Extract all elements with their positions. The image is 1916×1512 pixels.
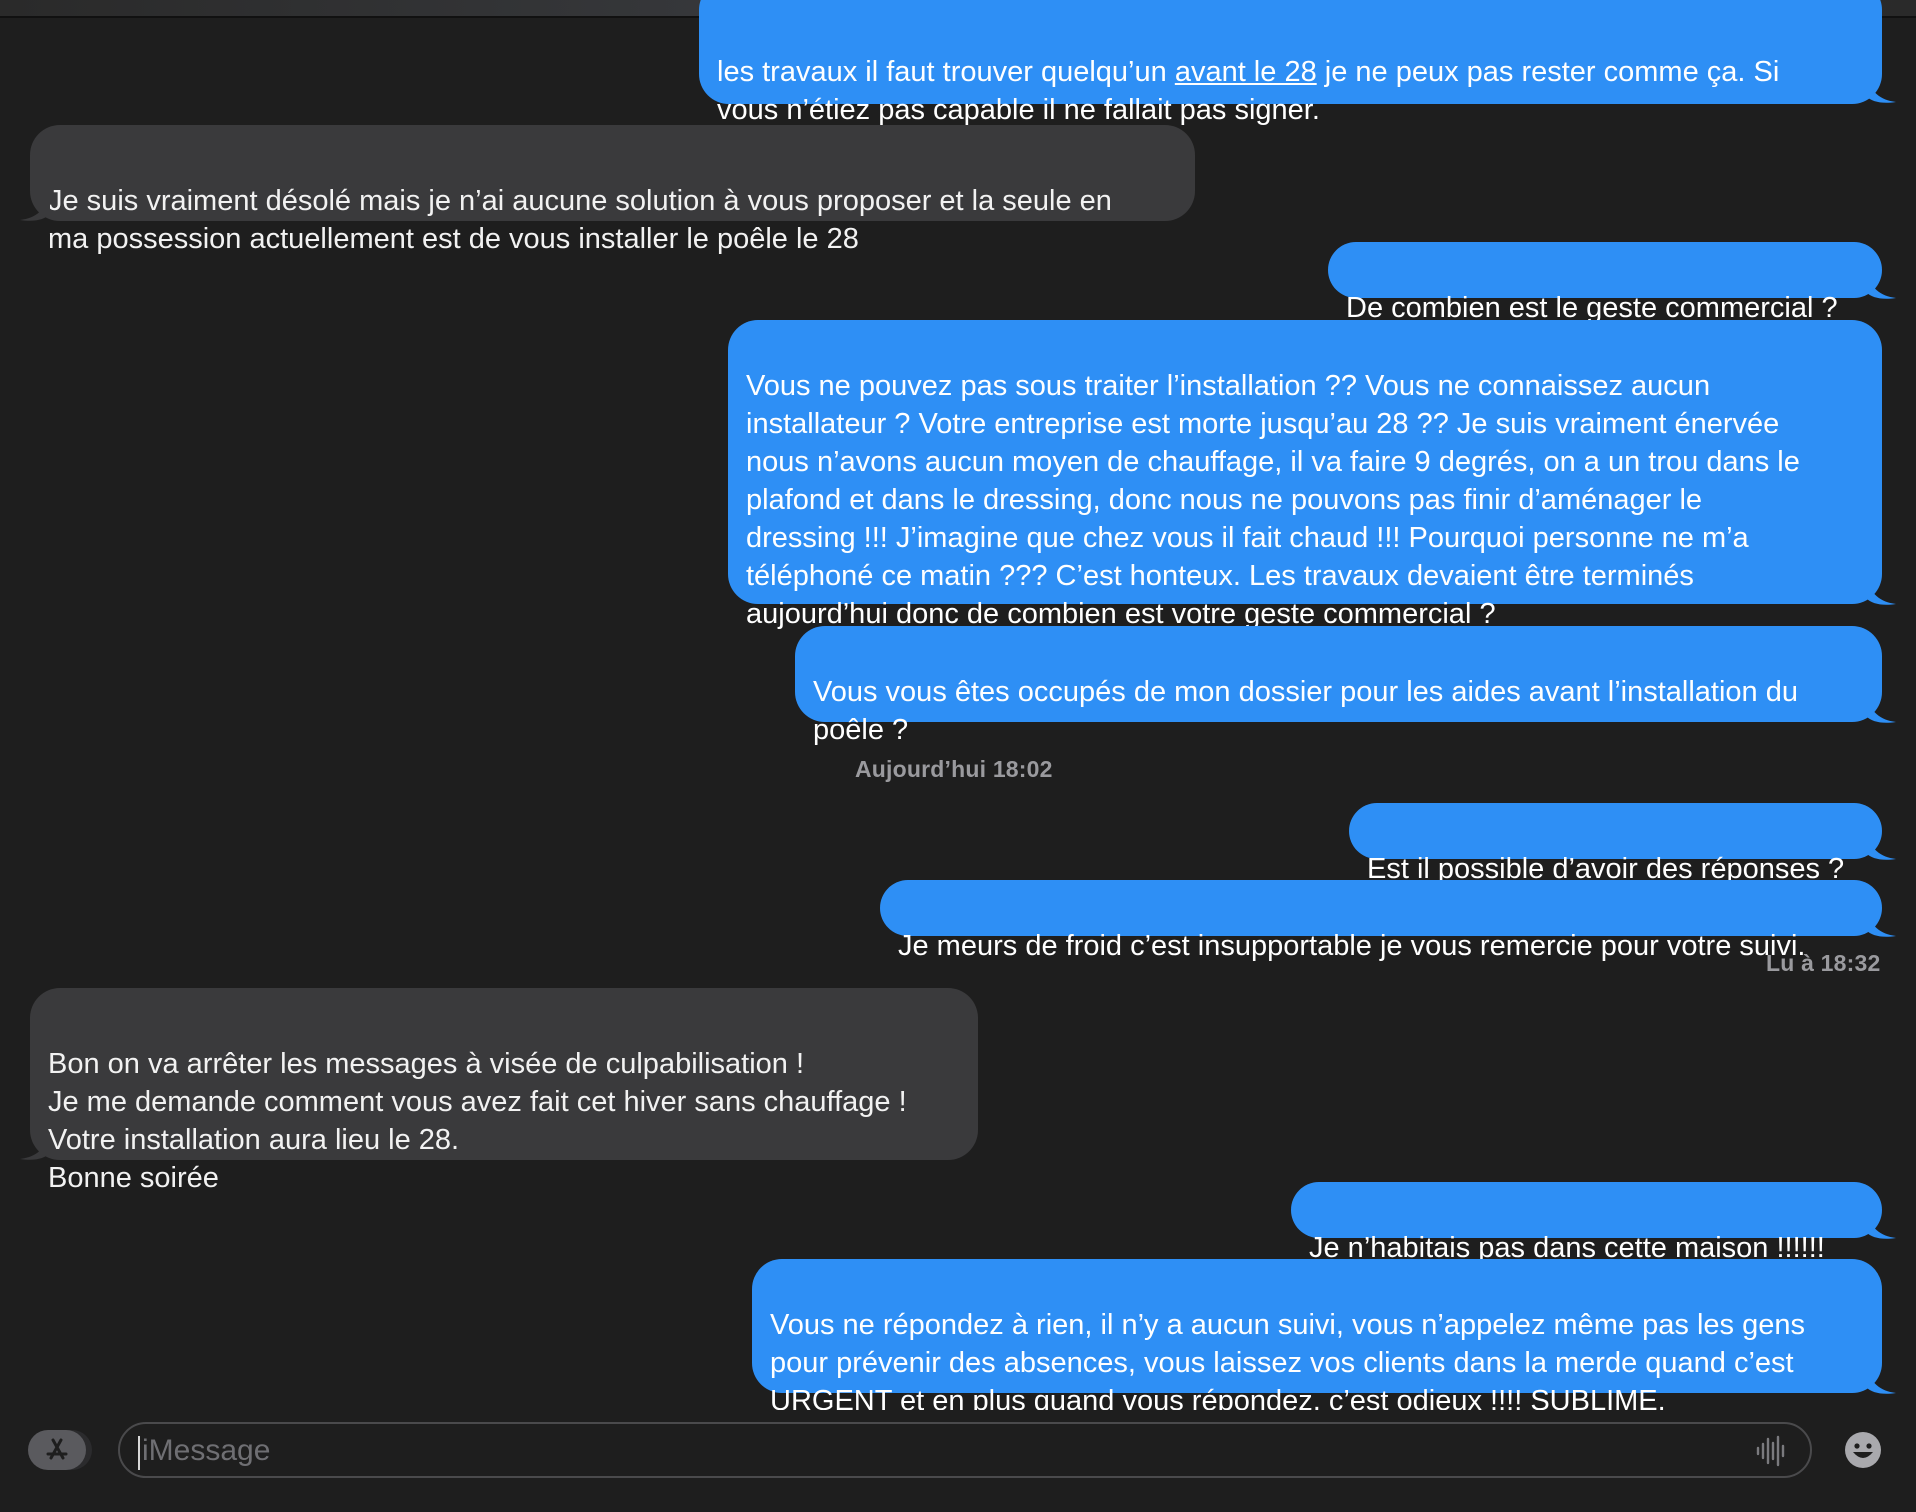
bubble-tail: [20, 192, 50, 221]
message-transcript[interactable]: les travaux il faut trouver quelqu’un av…: [0, 0, 1916, 1410]
message-text: les travaux il faut trouver quelqu’un: [717, 56, 1175, 88]
bubble-tail: [1866, 1210, 1896, 1239]
message-text: Vous vous êtes occupés de mon dossier po…: [813, 676, 1798, 746]
bubble-tail: [1866, 694, 1896, 723]
message-text: Vous ne pouvez pas sous traiter l’instal…: [746, 370, 1800, 630]
message-bubble-outgoing[interactable]: Vous ne pouvez pas sous traiter l’instal…: [728, 320, 1882, 630]
bubble-tail: [1866, 1365, 1896, 1394]
timestamp: Aujourd’hui 18:02: [855, 756, 1053, 782]
bubble-tail: [1866, 270, 1896, 299]
app-store-icon: [46, 1438, 68, 1460]
read-receipt: Lu à 18:32: [1766, 950, 1881, 976]
bubble-tail: [1866, 74, 1896, 103]
message-bubble-outgoing[interactable]: Vous ne répondez à rien, il n’y a aucun …: [752, 1259, 1882, 1410]
emoji-icon[interactable]: [1844, 1431, 1882, 1469]
bubble-tail: [1866, 908, 1896, 937]
message-text: Vous ne répondez à rien, il n’y a aucun …: [770, 1309, 1805, 1410]
date-link[interactable]: avant le 28: [1175, 56, 1317, 88]
message-bubble-outgoing[interactable]: Je meurs de froid c’est insupportable je…: [880, 880, 1882, 962]
message-input[interactable]: [140, 1430, 1704, 1472]
apps-button[interactable]: [28, 1430, 86, 1470]
message-bubble-outgoing[interactable]: Vous vous êtes occupés de mon dossier po…: [795, 626, 1882, 746]
waveform-icon[interactable]: [1754, 1434, 1788, 1468]
message-bubble-outgoing[interactable]: Je n’habitais pas dans cette maison !!!!…: [1291, 1182, 1882, 1264]
message-bubble-incoming[interactable]: Bon on va arrêter les messages à visée d…: [30, 988, 978, 1194]
message-text: Je suis vraiment désolé mais je n’ai auc…: [48, 185, 1112, 255]
message-bubble-outgoing[interactable]: Est il possible d’avoir des réponses ?: [1349, 803, 1882, 885]
message-bubble-incoming[interactable]: Je suis vraiment désolé mais je n’ai auc…: [30, 125, 1195, 255]
message-text: Je meurs de froid c’est insupportable je…: [898, 930, 1806, 962]
message-bubble-outgoing[interactable]: les travaux il faut trouver quelqu’un av…: [699, 0, 1882, 126]
message-bubble-outgoing[interactable]: De combien est le geste commercial ?: [1328, 242, 1882, 324]
bubble-tail: [20, 1131, 50, 1160]
imessage-input-field[interactable]: [118, 1422, 1812, 1478]
message-text: Bon on va arrêter les messages à visée d…: [48, 1048, 907, 1194]
bubble-tail: [1866, 831, 1896, 860]
bubble-tail: [1866, 576, 1896, 605]
